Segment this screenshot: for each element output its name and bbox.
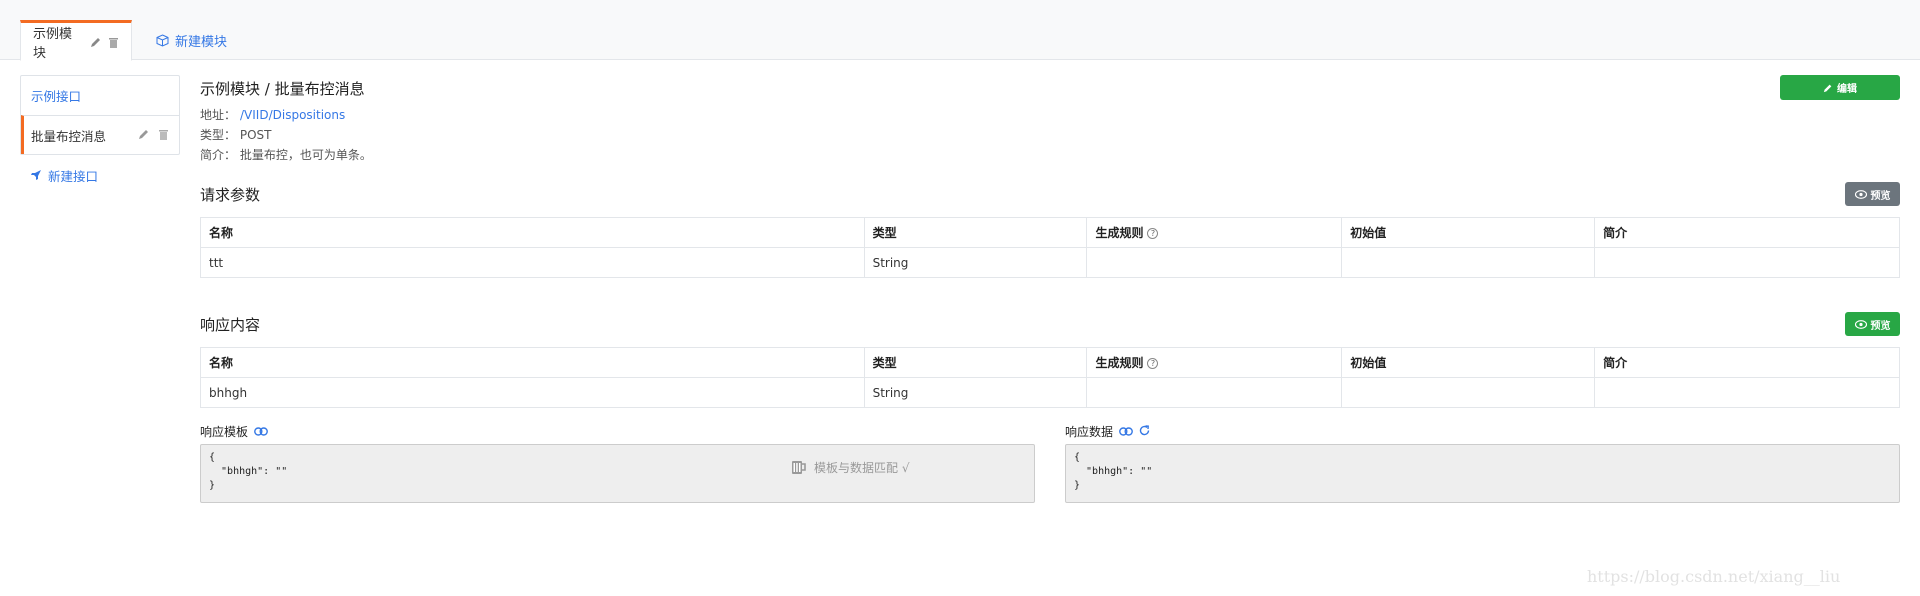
response-template-code[interactable]: { "bhhgh": "" } xyxy=(200,444,1035,503)
column-header-rule-label: 生成规则 xyxy=(1095,356,1144,370)
column-header-rule: 生成规则? xyxy=(1086,217,1343,248)
type-value: POST xyxy=(239,128,272,142)
sidebar-item-label: 示例接口 xyxy=(31,89,82,104)
request-params-table: 名称 类型 生成规则? 初始值 简介 ttt String xyxy=(200,217,1900,278)
cell-name: bhhgh xyxy=(200,377,865,408)
cube-icon xyxy=(156,34,169,47)
edit-button-label: 编辑 xyxy=(1837,84,1857,95)
tab-example-module[interactable]: 示例模块 xyxy=(20,20,132,61)
eye-icon xyxy=(1854,319,1867,329)
module-tab-bar: 示例模块 新建模块 xyxy=(0,0,1920,61)
preview-label: 预览 xyxy=(1870,320,1891,332)
pencil-icon[interactable] xyxy=(138,128,150,143)
sidebar-item-example-interface[interactable]: 示例接口 xyxy=(21,76,179,115)
interface-sidebar: 示例接口 批量布控消息 新建接口 xyxy=(20,75,180,195)
description-row: 简介： 批量布控，也可为单条。 xyxy=(200,146,372,163)
response-data-code[interactable]: { "bhhgh": "" } xyxy=(1065,444,1900,503)
column-header-init: 初始值 xyxy=(1341,217,1596,248)
column-header-type: 类型 xyxy=(863,217,1088,248)
response-template-header: 响应模板 xyxy=(200,423,268,440)
column-header-init: 初始值 xyxy=(1341,347,1596,378)
table-row: bhhgh String xyxy=(200,377,1900,408)
trash-icon[interactable] xyxy=(158,128,169,143)
interface-list: 示例接口 批量布控消息 xyxy=(20,75,180,155)
column-header-name: 名称 xyxy=(200,347,865,378)
sidebar-item-batch-control[interactable]: 批量布控消息 xyxy=(21,115,179,154)
rocket-icon xyxy=(31,170,41,180)
table-header-row: 名称 类型 生成规则? 初始值 简介 xyxy=(200,217,1900,248)
address-link[interactable]: /VIID/Dispositions xyxy=(240,108,345,122)
new-interface-label: 新建接口 xyxy=(48,168,99,184)
tab-label: 示例模块 xyxy=(33,26,73,61)
cell-type: String xyxy=(863,247,1088,278)
address-label: 地址： xyxy=(200,108,237,122)
response-template-label: 响应模板 xyxy=(200,425,249,439)
description-value: 批量布控，也可为单条。 xyxy=(239,148,372,162)
eye-icon xyxy=(1854,189,1867,199)
cell-rule xyxy=(1086,377,1343,408)
response-data-label: 响应数据 xyxy=(1065,425,1114,439)
address-row: 地址：/VIID/Dispositions xyxy=(200,106,345,123)
response-content-table: 名称 类型 生成规则? 初始值 简介 bhhgh String xyxy=(200,347,1900,408)
link-icon[interactable] xyxy=(1119,425,1133,439)
request-params-title: 请求参数 xyxy=(200,186,261,204)
response-preview-button[interactable]: 预览 xyxy=(1845,312,1900,336)
pencil-icon[interactable] xyxy=(90,36,102,48)
trash-icon[interactable] xyxy=(108,36,119,48)
column-header-desc: 简介 xyxy=(1594,347,1900,378)
request-preview-button[interactable]: 预览 xyxy=(1845,182,1900,206)
new-interface-button[interactable]: 新建接口 xyxy=(20,155,180,195)
link-icon[interactable] xyxy=(254,425,268,439)
help-icon[interactable]: ? xyxy=(1147,358,1159,369)
watermark: https://blog.csdn.net/xiang__liu xyxy=(1587,567,1841,586)
beer-mug-icon xyxy=(792,461,806,474)
table-header-row: 名称 类型 生成规则? 初始值 简介 xyxy=(200,347,1900,378)
new-module-button[interactable]: 新建模块 xyxy=(144,20,239,61)
match-status-text: 模板与数据匹配 √ xyxy=(814,460,910,475)
cell-type: String xyxy=(863,377,1088,408)
column-header-rule-label: 生成规则 xyxy=(1095,226,1144,240)
type-label: 类型： xyxy=(200,128,237,142)
column-header-rule: 生成规则? xyxy=(1086,347,1343,378)
response-content-title: 响应内容 xyxy=(200,316,261,334)
column-header-name: 名称 xyxy=(200,217,865,248)
pencil-icon xyxy=(1823,84,1832,92)
type-row: 类型： POST xyxy=(200,126,271,143)
sidebar-item-label: 批量布控消息 xyxy=(31,128,107,144)
new-module-label: 新建模块 xyxy=(175,35,228,50)
cell-rule xyxy=(1086,247,1343,278)
cell-init xyxy=(1341,247,1596,278)
help-icon[interactable]: ? xyxy=(1147,228,1159,239)
preview-label: 预览 xyxy=(1870,190,1891,202)
cell-init xyxy=(1341,377,1596,408)
cell-name: ttt xyxy=(200,247,865,278)
cell-desc xyxy=(1594,247,1900,278)
edit-button[interactable]: 编辑 xyxy=(1780,75,1900,100)
page-title: 示例模块 / 批量布控消息 xyxy=(200,80,365,98)
table-row: ttt String xyxy=(200,247,1900,278)
response-data-header: 响应数据 xyxy=(1065,423,1150,440)
match-status: 模板与数据匹配 √ xyxy=(790,458,909,476)
cell-desc xyxy=(1594,377,1900,408)
description-label: 简介： xyxy=(200,148,237,162)
column-header-type: 类型 xyxy=(863,347,1088,378)
interface-detail: 示例模块 / 批量布控消息 编辑 地址：/VIID/Dispositions 类… xyxy=(200,70,1900,570)
refresh-icon[interactable] xyxy=(1139,424,1150,439)
column-header-desc: 简介 xyxy=(1594,217,1900,248)
